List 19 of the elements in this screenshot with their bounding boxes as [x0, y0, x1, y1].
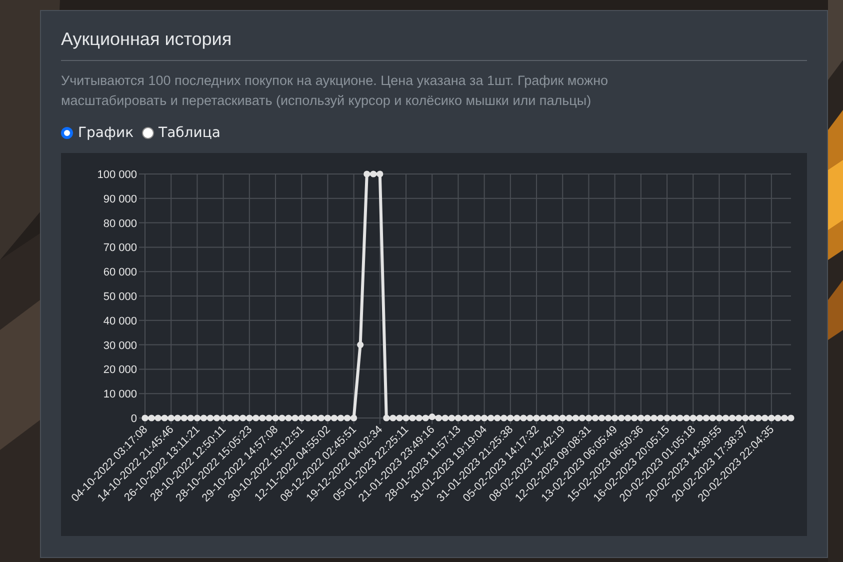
view-radio-option[interactable]: График [61, 125, 134, 141]
y-axis-label: 80 000 [103, 218, 137, 230]
y-axis-label: 0 [130, 413, 137, 425]
description: Учитываются 100 последних покупок на аукционе. Цена указана за 1шт. График можно масштабировать и перетаскивать (используй курсор и колёсико мышки или пальцы) [61, 72, 610, 110]
view-radio-option[interactable]: Таблица [142, 125, 220, 141]
y-axis-label: 70 000 [103, 242, 137, 254]
y-axis-label: 60 000 [103, 266, 137, 279]
panel-title: Аукционная история [61, 29, 807, 61]
radio-icon[interactable] [142, 127, 154, 139]
y-axis-label: 10 000 [103, 388, 137, 401]
y-axis-label: 90 000 [103, 193, 137, 206]
y-axis-label: 50 000 [103, 291, 137, 303]
y-axis-label: 40 000 [103, 315, 137, 328]
data-point [357, 342, 364, 348]
y-axis-label: 100 000 [97, 169, 137, 181]
radio-icon[interactable] [61, 127, 73, 139]
y-axis-label: 20 000 [103, 364, 137, 376]
y-axis-label: 30 000 [103, 340, 137, 352]
price-chart[interactable] [61, 153, 807, 536]
